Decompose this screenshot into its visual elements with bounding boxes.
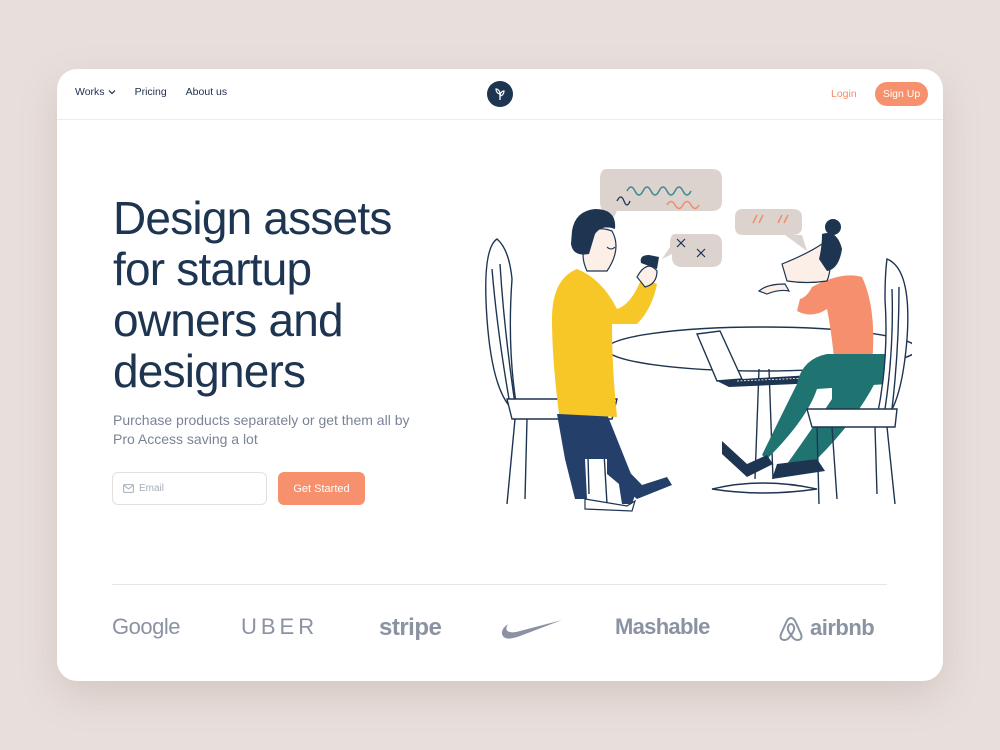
login-link[interactable]: Login [831, 88, 857, 100]
nav-links: Works Pricing About us [75, 86, 227, 98]
nav-about-label: About us [185, 86, 228, 98]
nav-works[interactable]: Works [75, 86, 116, 98]
nav-works-label: Works [75, 86, 105, 98]
top-nav: Works Pricing About us Login Sign Up [57, 69, 943, 120]
nav-about[interactable]: About us [186, 86, 227, 98]
brand-mashable[interactable]: Mashable [615, 614, 710, 640]
mail-icon [123, 484, 134, 493]
email-input[interactable] [139, 483, 259, 494]
sprout-icon [495, 88, 505, 100]
brand-logo[interactable] [487, 81, 513, 107]
brand-airbnb[interactable]: airbnb [778, 614, 875, 642]
nav-pricing[interactable]: Pricing [135, 86, 167, 98]
chevron-down-icon [108, 90, 115, 95]
brand-airbnb-label: airbnb [810, 615, 875, 640]
landing-card: Works Pricing About us Login Sign Up Des… [57, 69, 943, 681]
hero-illustration [485, 169, 912, 512]
speech-bubble-icon [600, 169, 722, 231]
hero-headline: Design assets for startup owners and des… [113, 192, 392, 397]
brand-google[interactable]: Google [112, 614, 180, 640]
signup-button[interactable]: Sign Up [875, 82, 928, 106]
airbnb-logo-icon [779, 616, 803, 642]
brand-logos: Google UBER stripe Mashable airbnb [57, 614, 943, 644]
email-field[interactable] [112, 472, 267, 505]
speech-bubble-icon [662, 234, 722, 267]
brand-nike[interactable] [500, 618, 564, 645]
brand-stripe[interactable]: stripe [379, 614, 442, 642]
divider [112, 584, 887, 585]
nike-swoosh-icon [501, 620, 562, 639]
brand-uber[interactable]: UBER [241, 614, 318, 640]
hero-subtitle: Purchase products separately or get them… [113, 412, 410, 447]
nav-pricing-label: Pricing [134, 86, 167, 98]
get-started-button[interactable]: Get Started [278, 472, 365, 505]
speech-bubble-icon [735, 209, 807, 251]
